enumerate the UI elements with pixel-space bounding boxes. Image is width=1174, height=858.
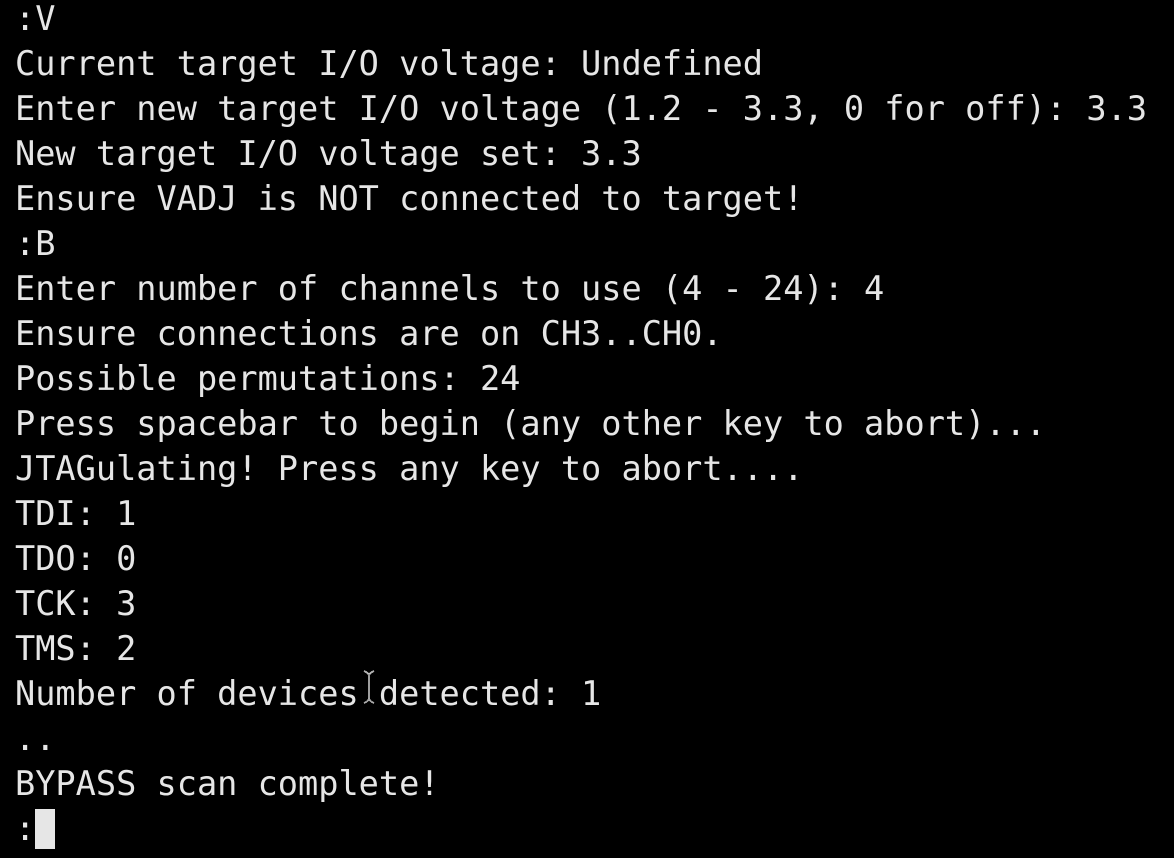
ibeam-cursor-icon xyxy=(363,670,375,704)
terminal-line: Ensure connections are on CH3..CH0. xyxy=(15,314,723,353)
terminal-prompt-line[interactable]: : xyxy=(15,806,1147,851)
terminal-line: TDI: 1 xyxy=(15,494,137,533)
terminal-line: TMS: 2 xyxy=(15,629,137,668)
terminal-line: Enter new target I/O voltage (1.2 - 3.3,… xyxy=(15,89,1148,128)
terminal-line: JTAGulating! Press any key to abort.... xyxy=(15,449,804,488)
terminal-line: Current target I/O voltage: Undefined xyxy=(15,44,763,83)
terminal-line: New target I/O voltage set: 3.3 xyxy=(15,134,642,173)
terminal-line: Press spacebar to begin (any other key t… xyxy=(15,404,1047,443)
terminal-line: Ensure VADJ is NOT connected to target! xyxy=(15,179,804,218)
terminal-line: Number of devices detected: 1 xyxy=(15,674,602,713)
terminal-line: TCK: 3 xyxy=(15,584,137,623)
block-cursor-icon xyxy=(35,808,56,849)
terminal-line: Possible permutations: 24 xyxy=(15,359,521,398)
terminal-line: .. xyxy=(15,719,56,758)
terminal-prompt: : xyxy=(15,809,36,848)
terminal-window[interactable]: :V Current target I/O voltage: Undefined… xyxy=(0,0,1174,858)
terminal-line: BYPASS scan complete! xyxy=(15,764,440,803)
terminal-line: Enter number of channels to use (4 - 24)… xyxy=(15,269,885,308)
terminal-line: TDO: 0 xyxy=(15,539,137,578)
terminal-line: :B xyxy=(15,224,56,263)
terminal-output: :V Current target I/O voltage: Undefined… xyxy=(15,0,1147,851)
terminal-line: :V xyxy=(15,0,56,38)
